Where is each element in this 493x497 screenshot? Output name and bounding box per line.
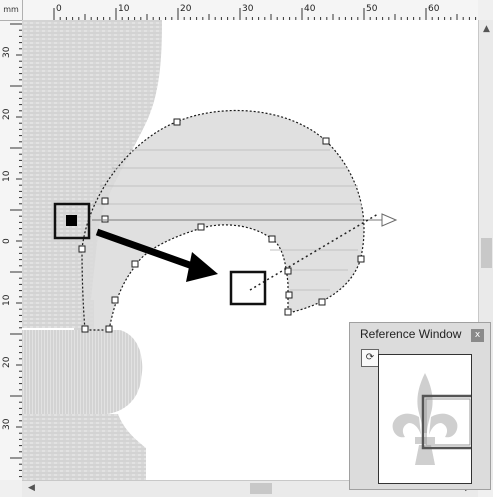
stitch-region-collar[interactable] bbox=[22, 330, 143, 415]
control-point bbox=[81, 325, 89, 333]
reference-window-title: Reference Window bbox=[360, 327, 462, 341]
horizontal-scroll-thumb[interactable] bbox=[250, 483, 272, 494]
ruler-label: 10 bbox=[2, 294, 12, 306]
control-point bbox=[318, 298, 326, 306]
ruler-label: 40 bbox=[304, 4, 316, 14]
ruler-label: 10 bbox=[118, 4, 130, 14]
ruler-label: 0 bbox=[2, 238, 12, 244]
control-point bbox=[101, 215, 109, 223]
ruler-label: 30 bbox=[2, 46, 12, 58]
control-point bbox=[101, 197, 109, 205]
left-ruler: 30 20 10 0 10 20 30 bbox=[0, 20, 23, 490]
stitch-region-base[interactable] bbox=[22, 414, 146, 480]
control-point bbox=[285, 291, 293, 299]
vertical-scroll-thumb[interactable] bbox=[481, 238, 492, 268]
scroll-up-icon[interactable]: ▲ bbox=[479, 22, 493, 37]
control-point bbox=[78, 245, 86, 253]
ruler-label: 50 bbox=[366, 4, 378, 14]
control-point bbox=[284, 308, 292, 316]
top-ruler-ticks: 0 10 20 30 40 50 60 bbox=[53, 4, 489, 20]
ruler-label: 30 bbox=[2, 418, 12, 430]
control-point bbox=[268, 235, 276, 243]
ruler-label: 60 bbox=[428, 4, 440, 14]
refresh-icon[interactable]: ⟳ bbox=[361, 349, 379, 367]
control-point bbox=[322, 137, 330, 145]
start-point-handle[interactable] bbox=[66, 215, 77, 226]
ruler-label: 30 bbox=[242, 4, 254, 14]
pointer-arrow-icon bbox=[186, 252, 218, 282]
direction-arrowhead-icon[interactable] bbox=[381, 213, 398, 227]
control-point bbox=[197, 223, 205, 231]
control-point bbox=[111, 296, 119, 304]
control-point bbox=[173, 118, 181, 126]
control-point bbox=[357, 255, 365, 263]
ruler-label: 20 bbox=[180, 4, 192, 14]
ruler-label: 0 bbox=[56, 4, 62, 14]
top-ruler: 0 10 20 30 40 50 60 bbox=[0, 0, 489, 21]
reference-preview[interactable] bbox=[378, 354, 472, 484]
close-icon[interactable]: x bbox=[471, 329, 484, 342]
reference-window[interactable]: Reference Window x ⟳ bbox=[349, 322, 491, 490]
ruler-label: 10 bbox=[2, 170, 12, 182]
ruler-label: 20 bbox=[2, 356, 12, 368]
end-point-frame[interactable] bbox=[229, 270, 267, 306]
ruler-unit: mm bbox=[0, 0, 23, 21]
scroll-left-icon[interactable]: ◀ bbox=[24, 481, 39, 496]
control-point bbox=[131, 260, 139, 268]
fleur-de-lis-thumbnail bbox=[392, 373, 471, 465]
left-ruler-ticks: 30 20 10 0 10 20 30 bbox=[2, 23, 22, 490]
control-point bbox=[105, 325, 113, 333]
ruler-label: 20 bbox=[2, 108, 12, 120]
